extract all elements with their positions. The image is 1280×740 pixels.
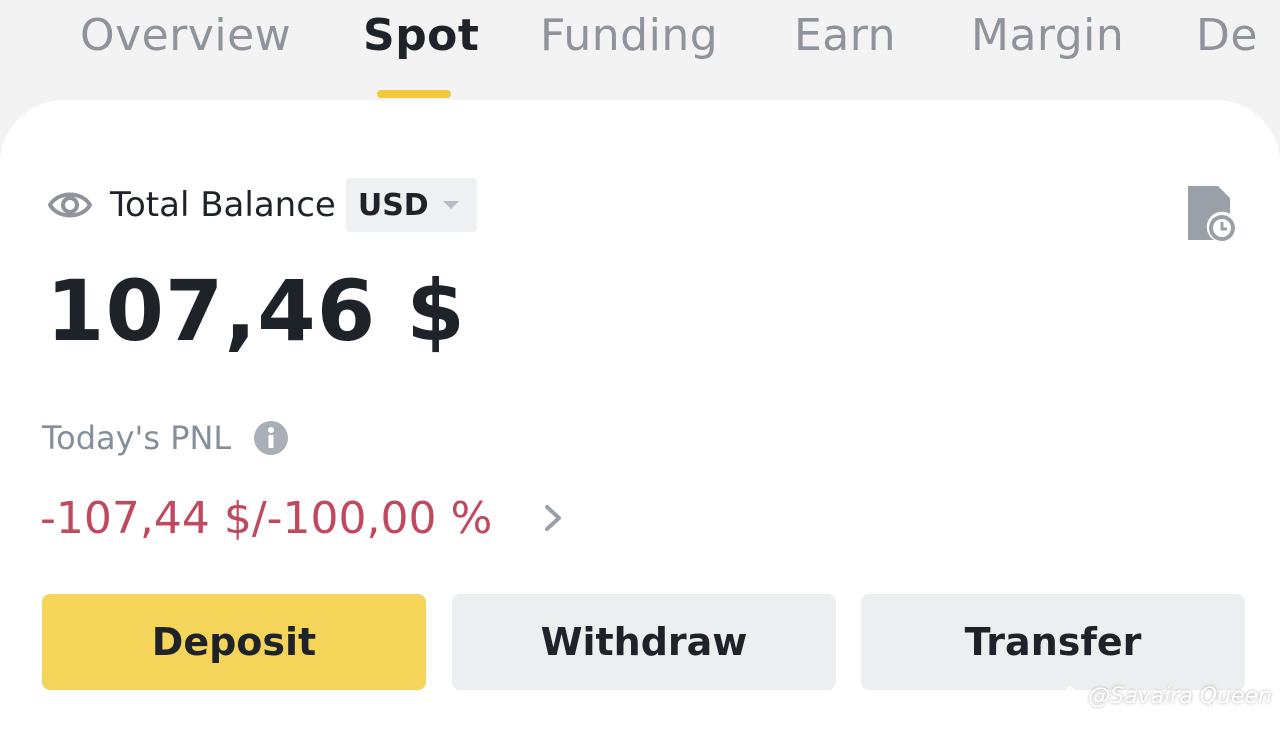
chevron-down-icon — [442, 201, 459, 209]
tab-spot[interactable]: Spot — [363, 10, 479, 61]
pnl-header: Today's PNL — [42, 416, 289, 460]
tab-funding[interactable]: Funding — [540, 10, 718, 61]
active-tab-indicator — [377, 90, 451, 98]
pnl-label: Today's PNL — [42, 419, 232, 457]
currency-selector[interactable]: USD — [345, 178, 477, 232]
tab-de-truncated[interactable]: De — [1196, 10, 1258, 61]
chevron-right-icon[interactable] — [540, 502, 566, 534]
pnl-value-row[interactable]: -107,44 $/-100,00 % — [40, 490, 566, 546]
info-icon[interactable] — [253, 420, 289, 456]
diamond-logo-icon — [1058, 685, 1082, 708]
withdraw-button[interactable]: Withdraw — [452, 594, 836, 690]
currency-value: USD — [357, 187, 429, 223]
tab-margin[interactable]: Margin — [971, 10, 1124, 61]
transfer-button[interactable]: Transfer — [861, 594, 1245, 690]
total-balance-label: Total Balance — [110, 185, 336, 225]
tab-overview[interactable]: Overview — [80, 10, 291, 61]
watermark: @Savaira Queen — [1058, 684, 1272, 709]
account-tabs: Overview Spot Funding Earn Margin De — [0, 0, 1280, 100]
pnl-value: -107,44 $/-100,00 % — [40, 492, 493, 544]
deposit-button[interactable]: Deposit — [42, 594, 426, 690]
eye-icon[interactable] — [48, 187, 92, 223]
document-clock-icon[interactable] — [1184, 184, 1236, 242]
total-balance-amount: 107,46 $ — [46, 262, 466, 360]
total-balance-header: Total Balance USD — [48, 176, 477, 234]
tab-earn[interactable]: Earn — [794, 10, 896, 61]
watermark-text: @Savaira Queen — [1088, 684, 1272, 709]
